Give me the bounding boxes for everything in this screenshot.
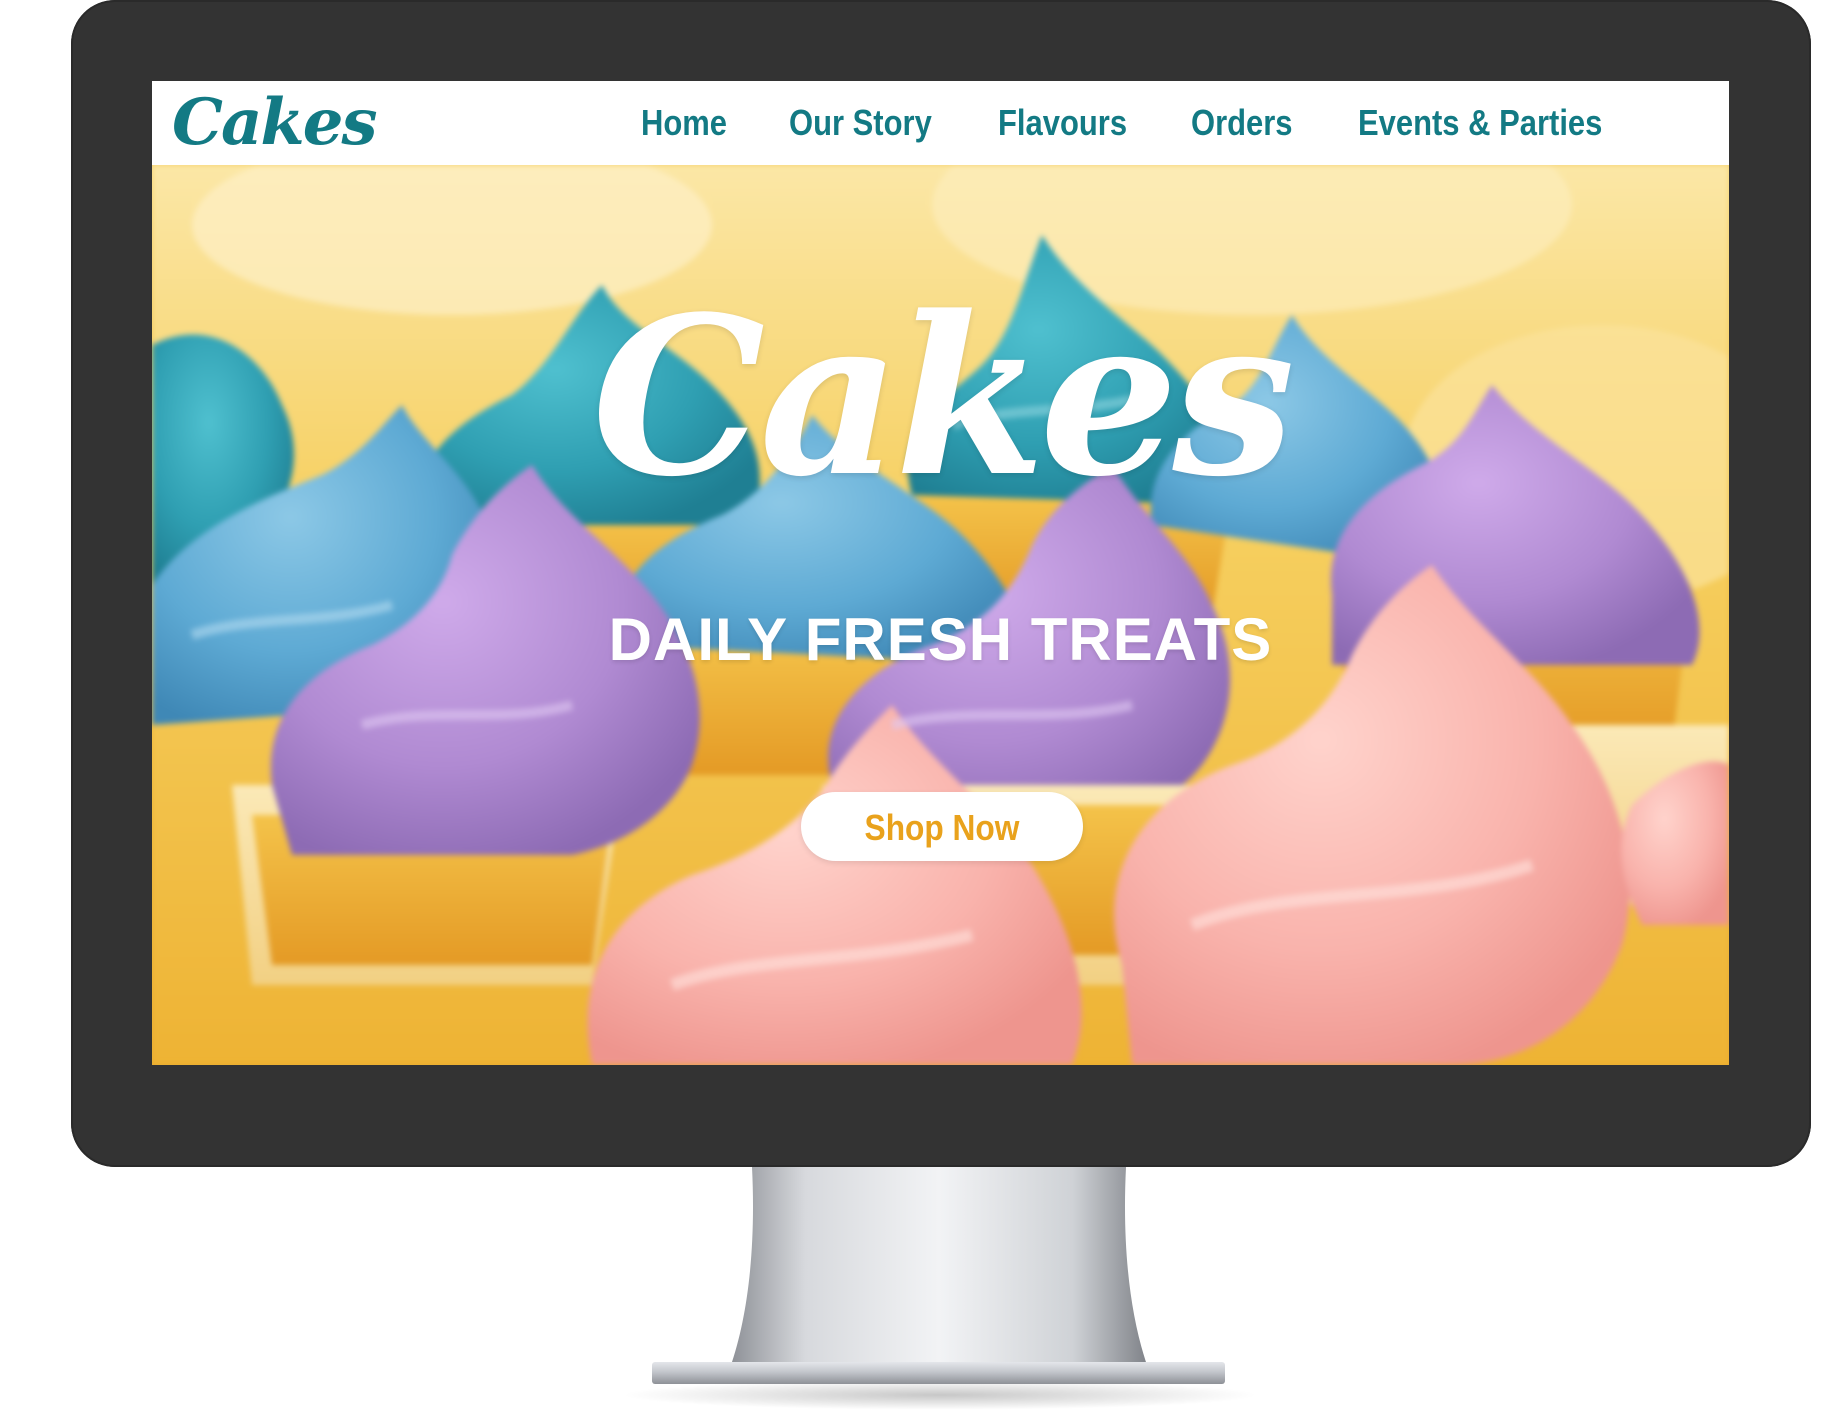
nav-link-home[interactable]: Home: [641, 81, 727, 165]
hero-title: Cakes: [591, 269, 1295, 525]
nav-link-our-story[interactable]: Our Story: [789, 81, 932, 165]
nav-link-events-parties[interactable]: Events & Parties: [1358, 81, 1602, 165]
monitor-stand-base: [652, 1362, 1225, 1384]
monitor-screen: Cakes Home Our Story Flavours Orders Eve…: [152, 81, 1729, 1065]
shop-now-label: Shop Now: [864, 807, 1020, 848]
monitor-stand-neck: [730, 1167, 1148, 1368]
site-logo[interactable]: Cakes: [172, 83, 377, 163]
shop-now-button[interactable]: Shop Now: [801, 792, 1083, 861]
desktop-monitor-mockup: Cakes Home Our Story Flavours Orders Eve…: [0, 0, 1842, 1418]
nav-link-flavours[interactable]: Flavours: [998, 81, 1127, 165]
site-header: Cakes Home Our Story Flavours Orders Eve…: [152, 81, 1729, 165]
hero-tagline: DAILY FRESH TREATS: [608, 606, 1273, 673]
hero-section: Cakes DAILY FRESH TREATS Shop Now: [152, 165, 1729, 1065]
nav-link-orders[interactable]: Orders: [1191, 81, 1293, 165]
monitor-floor-shadow: [620, 1380, 1260, 1410]
